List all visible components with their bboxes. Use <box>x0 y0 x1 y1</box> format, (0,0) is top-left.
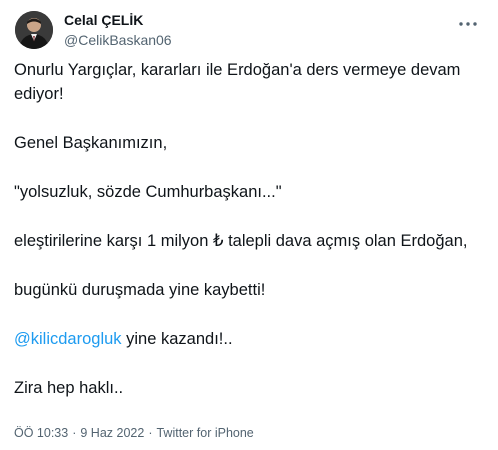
mention-link[interactable]: @kilicdarogluk <box>14 330 122 348</box>
author-display-name[interactable]: Celal ÇELİK <box>64 11 172 29</box>
tweet-text: Onurlu Yargıçlar, kararları ile Erdoğan'… <box>14 58 484 400</box>
author-handle[interactable]: @CelikBaskan06 <box>64 31 172 49</box>
tweet-paragraph-5: bugünkü duruşmada yine kaybetti! <box>14 281 266 299</box>
meta-separator: · <box>148 426 153 440</box>
tweet-time[interactable]: ÖÖ 10:33 <box>14 426 68 440</box>
tweet-date[interactable]: 9 Haz 2022 <box>80 426 144 440</box>
tweet-paragraph-7: Zira hep haklı.. <box>14 379 124 397</box>
meta-separator: · <box>72 426 77 440</box>
tweet-paragraph-6: @kilicdarogluk yine kazandı!.. <box>14 327 484 351</box>
tweet-paragraph-3: "yolsuzluk, sözde Cumhurbaşkanı..." <box>14 183 282 201</box>
more-options-button[interactable] <box>456 12 480 36</box>
author-info: Celal ÇELİK @CelikBaskan06 <box>64 11 172 49</box>
tweet-paragraph-4: eleştirilerine karşı 1 milyon ₺ talepli … <box>14 232 468 250</box>
tweet-paragraph-6-rest: yine kazandı!.. <box>121 330 233 348</box>
author-avatar[interactable] <box>15 11 53 49</box>
avatar-image <box>15 11 53 49</box>
tweet-paragraph-1: Onurlu Yargıçlar, kararları ile Erdoğan'… <box>14 61 461 103</box>
tweet-paragraph-2: Genel Başkanımızın, <box>14 134 168 152</box>
tweet-source-link[interactable]: Twitter for iPhone <box>156 426 253 440</box>
more-horizontal-icon <box>459 22 477 26</box>
tweet-card: Celal ÇELİK @CelikBaskan06 Onurlu Yargıç… <box>0 0 498 450</box>
tweet-meta: ÖÖ 10:33 · 9 Haz 2022 · Twitter for iPhone <box>14 424 254 442</box>
